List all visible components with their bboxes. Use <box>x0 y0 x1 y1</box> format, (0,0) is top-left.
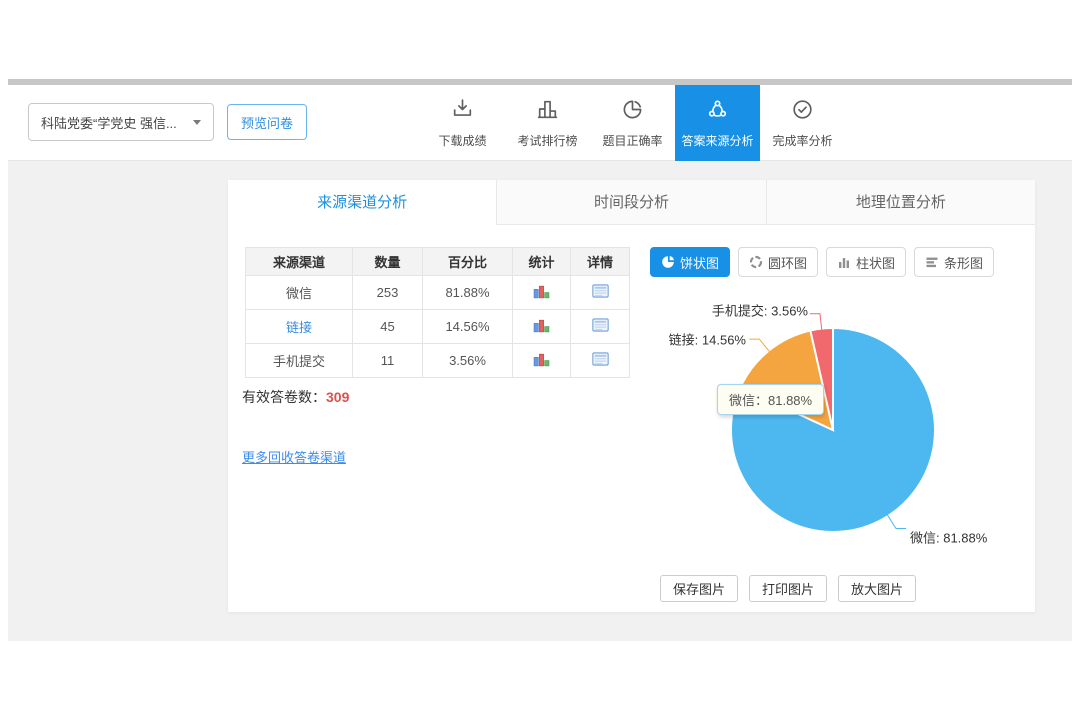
donut-ring-icon <box>749 255 763 269</box>
table-header-row: 来源渠道 数量 百分比 统计 详情 <box>246 248 630 276</box>
check-circle-icon <box>790 97 815 127</box>
col-header-detail: 详情 <box>571 248 630 276</box>
toolbar-item-label: 答案来源分析 <box>681 132 753 149</box>
tab-geo-location[interactable]: 地理位置分析 <box>767 180 1035 225</box>
enlarge-image-button[interactable]: 放大图片 <box>838 575 916 602</box>
bar-stats-icon[interactable] <box>533 318 550 333</box>
survey-selector-dropdown[interactable]: 科陆党委“学党史 强信... <box>28 103 214 141</box>
col-header-count: 数量 <box>353 248 423 276</box>
table-row: 链接 4514.56% <box>246 310 630 344</box>
channel-name: 手机提交 <box>273 354 325 369</box>
pie-callout-phone: 手机提交: 3.56% <box>712 301 808 320</box>
pie-label-line <box>887 514 906 528</box>
header-bar: 科陆党委“学党史 强信... 预览问卷 下载成绩 考试排行榜 题目正确率 <box>8 85 1072 161</box>
detail-table-icon[interactable] <box>592 352 609 366</box>
chart-type-label: 饼状图 <box>680 253 719 272</box>
analysis-tabs: 来源渠道分析 时间段分析 地理位置分析 <box>228 180 1035 225</box>
toolbar-item-download-scores[interactable]: 下载成绩 <box>420 85 505 161</box>
channel-count: 45 <box>353 310 423 344</box>
toolbar-item-correct-rate[interactable]: 题目正确率 <box>590 85 675 161</box>
chart-type-label: 圆环图 <box>768 253 807 272</box>
print-image-button[interactable]: 打印图片 <box>749 575 827 602</box>
image-action-buttons: 保存图片 打印图片 放大图片 <box>660 575 916 602</box>
ranking-podium-icon <box>535 97 560 127</box>
pie-label-line <box>749 339 770 352</box>
toolbar-item-answer-source[interactable]: 答案来源分析 <box>675 85 760 161</box>
chart-type-label: 条形图 <box>944 253 983 272</box>
channel-count: 11 <box>353 344 423 378</box>
analytics-screen: 科陆党委“学党史 强信... 预览问卷 下载成绩 考试排行榜 题目正确率 <box>8 79 1072 641</box>
pie-callout-wechat: 微信: 81.88% <box>910 528 987 547</box>
more-channels-link[interactable]: 更多回收答卷渠道 <box>242 447 346 466</box>
toolbar-item-exam-ranking[interactable]: 考试排行榜 <box>505 85 590 161</box>
valid-responses-summary: 有效答卷数：309 <box>242 387 349 407</box>
source-table-body: 微信 25381.88% 链接 4514.56% 手机提交 113.56% <box>246 276 630 378</box>
bar-stats-icon[interactable] <box>533 352 550 367</box>
valid-responses-count: 309 <box>326 389 349 405</box>
pie-callout-link: 链接: 14.56% <box>669 330 746 349</box>
toolbar-item-completion-rate[interactable]: 完成率分析 <box>760 85 845 161</box>
toolbar: 下载成绩 考试排行榜 题目正确率 答案来源分析 完成率分析 <box>420 85 845 161</box>
download-icon <box>450 97 475 127</box>
preview-survey-button[interactable]: 预览问卷 <box>227 104 307 140</box>
tab-source-channel[interactable]: 来源渠道分析 <box>228 180 497 225</box>
channel-percent: 3.56% <box>423 344 513 378</box>
source-channel-table: 来源渠道 数量 百分比 统计 详情 微信25381.88%链接4514.56%手… <box>245 247 630 378</box>
column-bars-icon <box>837 255 851 269</box>
channel-name: 微信 <box>286 286 312 301</box>
pie-solid-icon <box>661 255 675 269</box>
col-header-stats: 统计 <box>513 248 571 276</box>
chart-tooltip: 微信：81.88% <box>717 384 824 415</box>
channel-count: 253 <box>353 276 423 310</box>
col-header-percent: 百分比 <box>423 248 513 276</box>
toolbar-item-label: 完成率分析 <box>772 132 832 149</box>
channel-percent: 14.56% <box>423 310 513 344</box>
toolbar-item-label: 考试排行榜 <box>517 132 577 149</box>
toolbar-item-label: 下载成绩 <box>438 132 486 149</box>
content-area: 来源渠道分析 时间段分析 地理位置分析 来源渠道 数量 百分比 统计 详情 <box>8 161 1072 641</box>
chevron-down-icon <box>193 120 201 125</box>
pie-chart-icon <box>620 97 645 127</box>
survey-selector-value: 科陆党委“学党史 强信... <box>41 113 185 132</box>
col-header-channel: 来源渠道 <box>246 248 353 276</box>
horizontal-bars-icon <box>925 255 939 269</box>
analysis-panel: 来源渠道分析 时间段分析 地理位置分析 来源渠道 数量 百分比 统计 详情 <box>228 180 1035 612</box>
valid-responses-label: 有效答卷数： <box>242 389 326 405</box>
bar-stats-icon[interactable] <box>533 284 550 299</box>
tab-time-period[interactable]: 时间段分析 <box>497 180 766 225</box>
channel-percent: 81.88% <box>423 276 513 310</box>
table-row: 微信 25381.88% <box>246 276 630 310</box>
detail-table-icon[interactable] <box>592 318 609 332</box>
share-network-icon <box>705 97 730 127</box>
table-row: 手机提交 113.56% <box>246 344 630 378</box>
toolbar-item-label: 题目正确率 <box>602 132 662 149</box>
channel-name[interactable]: 链接 <box>286 320 312 335</box>
detail-table-icon[interactable] <box>592 284 609 298</box>
page: 科陆党委“学党史 强信... 预览问卷 下载成绩 考试排行榜 题目正确率 <box>0 0 1080 720</box>
chart-type-label: 柱状图 <box>856 253 895 272</box>
save-image-button[interactable]: 保存图片 <box>660 575 738 602</box>
